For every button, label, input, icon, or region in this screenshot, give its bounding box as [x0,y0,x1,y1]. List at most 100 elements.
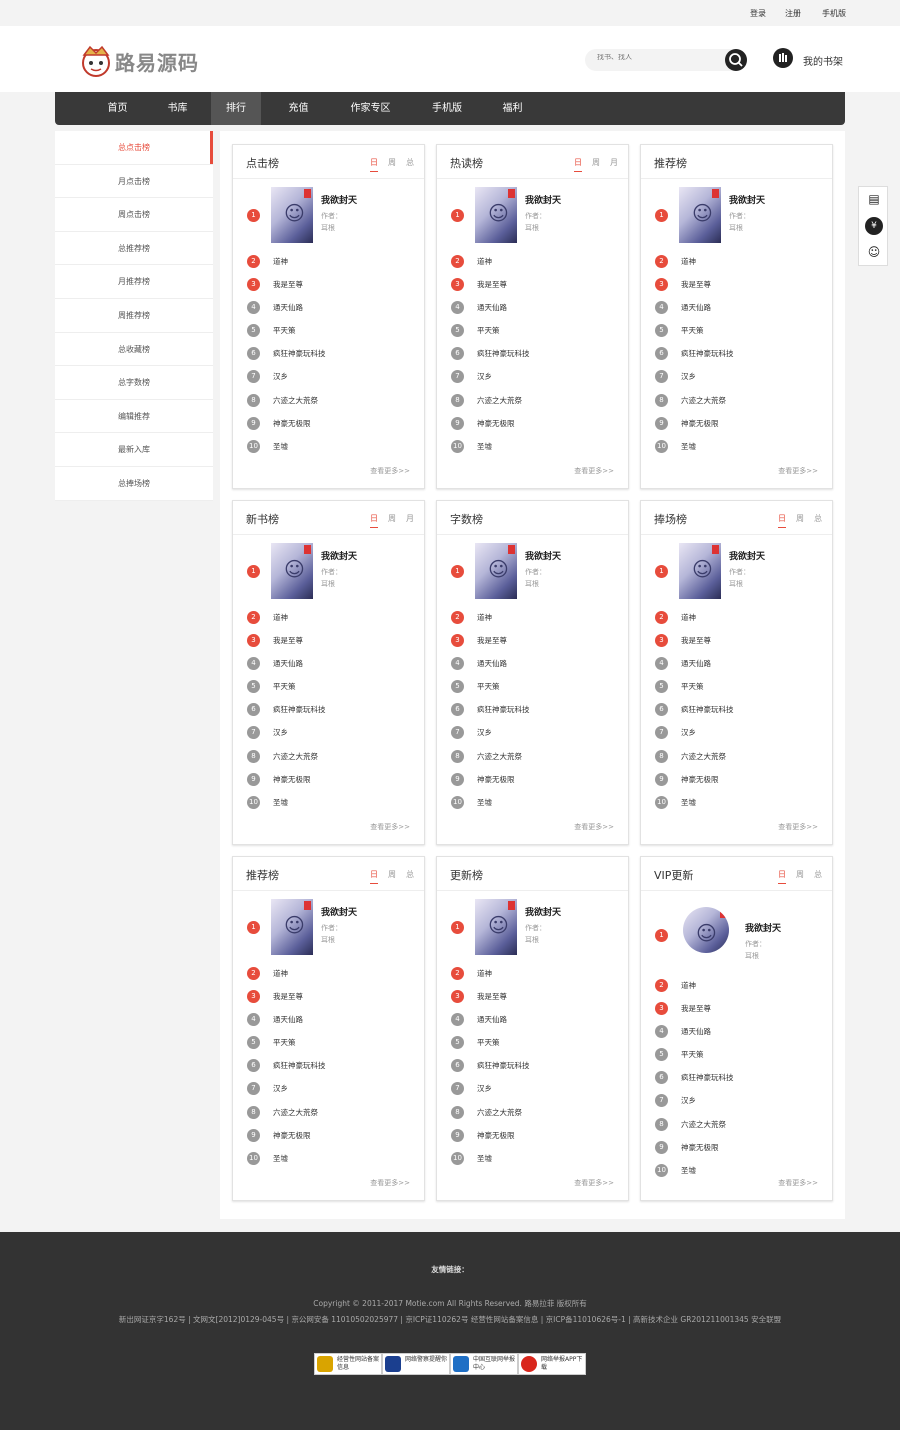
see-more-link[interactable]: 查看更多>> [778,466,818,476]
book-title[interactable]: 通天仙路 [273,1014,303,1025]
list-item[interactable]: 6 疯狂神豪玩科技 [655,1066,825,1089]
book-cover[interactable] [475,543,517,599]
book-author[interactable]: 耳根 [525,935,539,945]
book-title[interactable]: 疯狂神豪玩科技 [273,348,326,359]
book-title[interactable]: 汉乡 [681,371,696,382]
book-cover[interactable] [271,187,313,243]
badge-report-center[interactable]: 中国互联网举报中心 [450,1353,518,1375]
list-item[interactable]: 2 道神 [655,250,825,273]
book-title[interactable]: 汉乡 [681,727,696,738]
period-tab[interactable]: 总 [406,869,414,883]
book-title[interactable]: 圣墟 [273,1153,288,1164]
book-title[interactable]: 圣墟 [477,1153,492,1164]
list-item[interactable]: 2 道神 [247,250,417,273]
book-title[interactable]: 六迹之大荒祭 [273,1107,318,1118]
list-item[interactable]: 6 疯狂神豪玩科技 [451,1054,621,1077]
book-title[interactable]: 神豪无极限 [681,418,719,429]
book-title[interactable]: 神豪无极限 [681,1142,719,1153]
period-tab[interactable]: 日 [370,869,378,884]
list-item[interactable]: 4 通天仙路 [451,652,621,675]
book-icon[interactable]: ▤ [865,190,883,208]
list-item[interactable]: 3 我是至尊 [451,985,621,1008]
sidebar-item-word-count[interactable]: 总字数榜 [55,366,213,400]
book-title[interactable]: 我欲封天 [729,193,765,206]
top-ranked-book[interactable]: 1 我欲封天作者： 耳根 [655,543,825,603]
book-title[interactable]: 平天策 [681,325,704,336]
book-title[interactable]: 汉乡 [273,727,288,738]
book-title[interactable]: 神豪无极限 [477,1130,515,1141]
book-title[interactable]: 疯狂神豪玩科技 [273,1060,326,1071]
sidebar-item-weekly-clicks[interactable]: 周点击榜 [55,198,213,232]
book-title[interactable]: 我是至尊 [681,279,711,290]
user-face-icon[interactable]: ☺ [865,243,883,261]
see-more-link[interactable]: 查看更多>> [574,466,614,476]
book-title[interactable]: 神豪无极限 [273,774,311,785]
list-item[interactable]: 6 疯狂神豪玩科技 [247,342,417,365]
book-cover[interactable] [271,543,313,599]
list-item[interactable]: 8 六迹之大荒祭 [451,745,621,768]
book-title[interactable]: 平天策 [681,681,704,692]
book-title[interactable]: 通天仙路 [273,302,303,313]
book-title[interactable]: 平天策 [477,325,500,336]
sidebar-item-total-recommend[interactable]: 总推荐榜 [55,232,213,266]
list-item[interactable]: 5 平天策 [451,1031,621,1054]
badge-police-alert[interactable]: 网络警察提醒你 [382,1353,450,1375]
book-title[interactable]: 我欲封天 [525,549,561,562]
period-tab[interactable]: 日 [778,869,786,884]
list-item[interactable]: 4 通天仙路 [655,296,825,319]
book-title[interactable]: 通天仙路 [681,1026,711,1037]
book-title[interactable]: 通天仙路 [477,658,507,669]
see-more-link[interactable]: 查看更多>> [370,822,410,832]
book-title[interactable]: 六迹之大荒祭 [273,395,318,406]
list-item[interactable]: 7 汉乡 [247,721,417,744]
list-item[interactable]: 2 道神 [451,250,621,273]
see-more-link[interactable]: 查看更多>> [370,1178,410,1188]
book-title[interactable]: 我是至尊 [477,279,507,290]
book-author[interactable]: 耳根 [729,223,743,233]
book-title[interactable]: 平天策 [477,1037,500,1048]
book-title[interactable]: 神豪无极限 [273,418,311,429]
sidebar-item-total-support[interactable]: 总捧场榜 [55,467,213,501]
list-item[interactable]: 9 神豪无极限 [247,1124,417,1147]
period-tab[interactable]: 月 [406,513,414,527]
book-title[interactable]: 汉乡 [681,1095,696,1106]
book-title[interactable]: 神豪无极限 [681,774,719,785]
period-tab[interactable]: 月 [610,157,618,171]
book-title[interactable]: 道神 [477,968,492,979]
list-item[interactable]: 9 神豪无极限 [451,1124,621,1147]
see-more-link[interactable]: 查看更多>> [574,822,614,832]
book-author[interactable]: 耳根 [321,935,335,945]
book-author[interactable]: 耳根 [321,223,335,233]
top-ranked-book[interactable]: 1 我欲封天作者： 耳根 [247,187,417,247]
list-item[interactable]: 5 平天策 [247,675,417,698]
book-title[interactable]: 疯狂神豪玩科技 [681,348,734,359]
list-item[interactable]: 4 通天仙路 [247,652,417,675]
nav-mobile[interactable]: 手机版 [417,92,477,125]
book-title[interactable]: 我欲封天 [321,549,357,562]
period-tab[interactable]: 总 [814,513,822,527]
book-title[interactable]: 我欲封天 [321,905,357,918]
list-item[interactable]: 3 我是至尊 [655,629,825,652]
nav-home[interactable]: 首页 [90,92,145,125]
list-item[interactable]: 4 通天仙路 [247,1008,417,1031]
nav-recharge[interactable]: 充值 [271,92,326,125]
period-tab[interactable]: 日 [370,157,378,172]
list-item[interactable]: 4 通天仙路 [451,1008,621,1031]
list-item[interactable]: 9 神豪无极限 [247,768,417,791]
list-item[interactable]: 8 六迹之大荒祭 [655,389,825,412]
list-item[interactable]: 2 道神 [655,606,825,629]
period-tab[interactable]: 周 [796,513,804,527]
book-title[interactable]: 汉乡 [477,1083,492,1094]
book-title[interactable]: 疯狂神豪玩科技 [681,704,734,715]
book-title[interactable]: 汉乡 [477,371,492,382]
book-title[interactable]: 疯狂神豪玩科技 [477,1060,530,1071]
book-title[interactable]: 汉乡 [477,727,492,738]
bookshelf-icon[interactable] [773,48,793,68]
book-title[interactable]: 神豪无极限 [477,418,515,429]
sidebar-item-total-favorites[interactable]: 总收藏榜 [55,333,213,367]
period-tab[interactable]: 周 [388,869,396,883]
sidebar-item-total-clicks[interactable]: 总点击榜 [55,131,213,165]
list-item[interactable]: 10 圣墟 [451,791,621,814]
book-title[interactable]: 我欲封天 [321,193,357,206]
list-item[interactable]: 8 六迹之大荒祭 [451,1101,621,1124]
